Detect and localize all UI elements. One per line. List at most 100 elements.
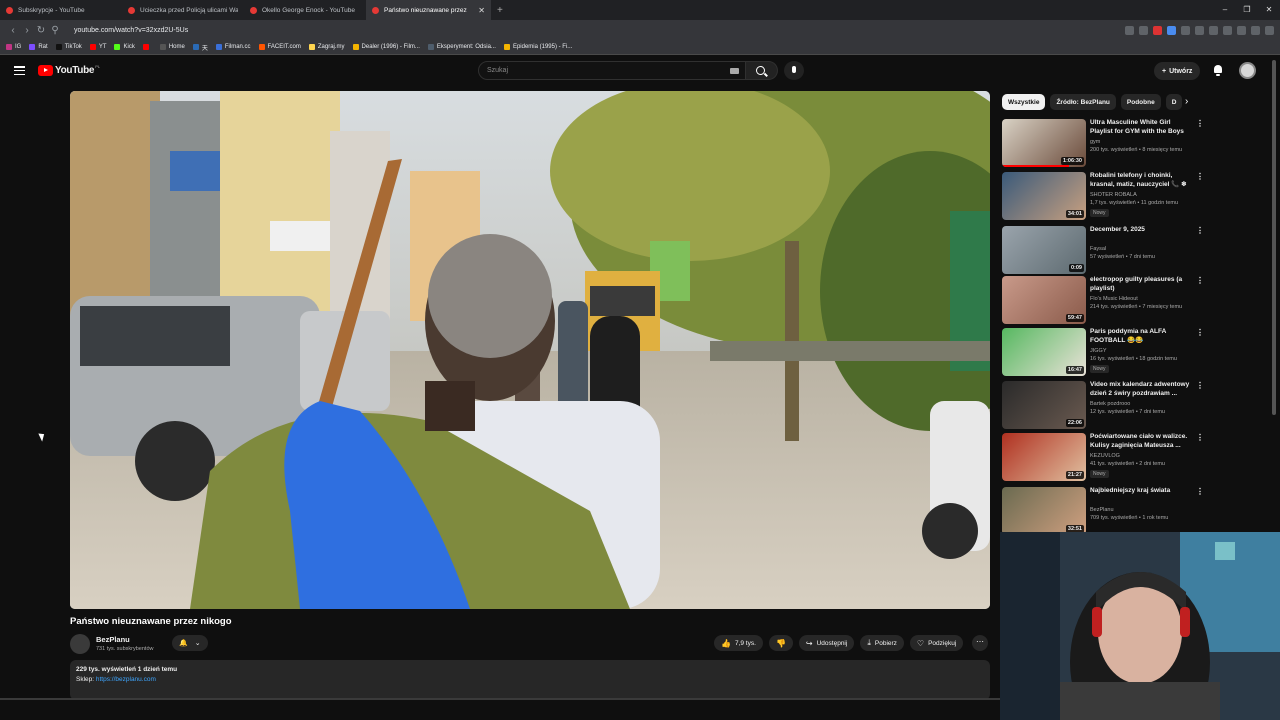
thanks-button[interactable]: ♡ Podziękuj bbox=[909, 635, 964, 651]
more-options-icon[interactable]: ⋮ bbox=[1196, 226, 1204, 235]
recommendation-item[interactable]: 22:06 Video mix kalendarz adwentowy dzień… bbox=[1002, 381, 1204, 429]
subscription-bell-button[interactable]: 🔔 ⌄ bbox=[172, 635, 208, 651]
channel-name[interactable]: BezPlanu bbox=[96, 635, 130, 644]
url-field[interactable]: youtube.com/watch?v=32xzd2U-5Us bbox=[74, 27, 188, 34]
recommendation-item[interactable]: 1:06:30 Ultra Masculine White Girl Playli… bbox=[1002, 119, 1204, 167]
chevron-right-icon[interactable]: › bbox=[1185, 96, 1188, 107]
recommendation-title[interactable]: Najbiedniejszy kraj świata bbox=[1090, 487, 1192, 496]
recommendation-title[interactable]: electropop guilty pleasures (a playlist) bbox=[1090, 276, 1192, 293]
like-button[interactable]: 👍 7,9 tys. bbox=[714, 635, 763, 651]
close-window-button[interactable]: ✕ bbox=[1258, 0, 1280, 20]
recommendation-item[interactable]: 21:27 Poćwiartowane ciało w walizce. Kuli… bbox=[1002, 433, 1204, 481]
recommendation-channel[interactable]: SHOTER ROBALA bbox=[1090, 192, 1137, 198]
recommendation-title[interactable]: Video mix kalendarz adwentowy dzień 2 św… bbox=[1090, 381, 1192, 398]
vertical-scrollbar[interactable] bbox=[1272, 60, 1276, 415]
bookmark-item[interactable]: Rat bbox=[29, 44, 48, 50]
extension-icon[interactable] bbox=[1181, 25, 1190, 35]
bookmark-item[interactable]: Eksperyment: Odsia... bbox=[427, 44, 496, 50]
recommendation-title[interactable]: Poćwiartowane ciało w walizce. Kulisy za… bbox=[1090, 433, 1192, 450]
more-options-icon[interactable]: ⋮ bbox=[1196, 276, 1204, 285]
recommendation-item[interactable]: 16:47 Paris poddymia na ALFA FOOTBALL 😂😂 J… bbox=[1002, 328, 1204, 376]
recommendation-channel[interactable]: Flo's Music Hideout bbox=[1090, 296, 1138, 302]
search-input[interactable]: Szukaj bbox=[478, 61, 746, 80]
menu-kebab-icon[interactable] bbox=[1265, 25, 1274, 35]
minimize-button[interactable]: – bbox=[1214, 0, 1236, 20]
back-icon[interactable]: ‹ bbox=[6, 25, 20, 36]
share-button[interactable]: ↪ Udostępnij bbox=[798, 635, 855, 651]
bookmark-item[interactable]: Zagraj.my bbox=[308, 44, 345, 50]
recommendation-title[interactable]: Paris poddymia na ALFA FOOTBALL 😂😂 bbox=[1090, 328, 1192, 345]
site-info-icon[interactable]: ⚲ bbox=[48, 25, 62, 36]
bookmark-item[interactable]: Dealer (1996) - Film... bbox=[352, 44, 420, 50]
more-options-icon[interactable]: ⋮ bbox=[1196, 381, 1204, 390]
description-box[interactable]: 229 tys. wyświetleń 1 dzień temu Sklep: … bbox=[70, 660, 990, 700]
download-button[interactable]: ⤓ Pobierz bbox=[860, 635, 904, 651]
recommendation-channel[interactable]: KEZUVLOG bbox=[1090, 453, 1120, 459]
bookmark-item[interactable]: Kick bbox=[114, 44, 135, 50]
chip-from-channel[interactable]: Źródło: BezPlanu bbox=[1050, 94, 1116, 110]
browser-tab[interactable]: Okello George Enock - YouTube bbox=[244, 0, 366, 20]
notifications-bell-icon[interactable] bbox=[1212, 64, 1224, 76]
browser-tab[interactable]: Ucieczka przed Policją ulicami Warsz bbox=[122, 0, 244, 20]
sync-icon[interactable] bbox=[1223, 25, 1232, 35]
bookmark-item[interactable]: Epidemia (1995) - Fi... bbox=[503, 44, 572, 50]
channel-avatar[interactable] bbox=[70, 634, 90, 654]
bookmark-item[interactable]: FACEIT.com bbox=[258, 44, 301, 50]
video-thumbnail[interactable]: 1:06:30 bbox=[1002, 119, 1086, 167]
youtube-logo[interactable]: YouTube PL bbox=[38, 64, 100, 76]
recommendation-item[interactable]: 59:47 electropop guilty pleasures (a play… bbox=[1002, 276, 1204, 324]
more-actions-button[interactable]: ⋯ bbox=[972, 635, 988, 651]
bookmark-item[interactable]: Filman.cc bbox=[215, 44, 251, 50]
recommendation-item[interactable]: 0:09 December 9, 2025 Faysal 57 wyświetleń … bbox=[1002, 226, 1204, 274]
recommendation-title[interactable]: Robalini telefony i choinki, krasnal, ma… bbox=[1090, 172, 1192, 189]
browser-tab[interactable]: Subskrypcje - YouTube bbox=[0, 0, 122, 20]
menu-icon[interactable] bbox=[14, 66, 25, 75]
more-options-icon[interactable]: ⋮ bbox=[1196, 172, 1204, 181]
tab-close-icon[interactable]: ✕ bbox=[478, 6, 485, 15]
bookmark-star-icon[interactable] bbox=[1139, 25, 1148, 35]
voice-search-button[interactable] bbox=[784, 61, 804, 80]
video-thumbnail[interactable]: 0:09 bbox=[1002, 226, 1086, 274]
recommendation-channel[interactable]: JIGGY bbox=[1090, 348, 1107, 354]
keyboard-icon[interactable] bbox=[730, 68, 739, 74]
browser-tab-active[interactable]: Państwo nieuznawane przez ✕ bbox=[366, 0, 491, 20]
more-options-icon[interactable]: ⋮ bbox=[1196, 487, 1204, 496]
video-thumbnail[interactable]: 59:47 bbox=[1002, 276, 1086, 324]
recommendation-channel[interactable]: Faysal bbox=[1090, 246, 1106, 252]
cast-icon[interactable] bbox=[1125, 25, 1134, 35]
bookmark-item[interactable]: IG bbox=[6, 44, 21, 50]
bookmark-item[interactable]: YT bbox=[89, 44, 106, 50]
extension-shield-icon[interactable] bbox=[1153, 25, 1162, 35]
chip-more[interactable]: D bbox=[1165, 94, 1182, 110]
account-avatar[interactable] bbox=[1239, 62, 1256, 79]
shop-link[interactable]: https://bezplanu.com bbox=[96, 676, 156, 683]
recommendation-channel[interactable]: Bartek pozdrooo bbox=[1090, 401, 1130, 407]
link-icon[interactable] bbox=[1237, 25, 1246, 35]
recommendation-channel[interactable]: gym bbox=[1090, 139, 1100, 145]
more-options-icon[interactable]: ⋮ bbox=[1196, 433, 1204, 442]
recommendation-channel[interactable]: BezPlanu bbox=[1090, 507, 1114, 513]
create-button[interactable]: + Utwórz bbox=[1154, 62, 1201, 80]
video-thumbnail[interactable]: 21:27 bbox=[1002, 433, 1086, 481]
bookmark-item[interactable] bbox=[142, 44, 152, 50]
reload-icon[interactable]: ↻ bbox=[34, 25, 48, 36]
recommendation-item[interactable]: 34:01 Robalini telefony i choinki, krasna… bbox=[1002, 172, 1204, 220]
video-player[interactable] bbox=[70, 91, 990, 609]
new-tab-button[interactable]: + bbox=[497, 5, 503, 16]
bookmark-item[interactable]: Home bbox=[159, 44, 185, 50]
extension-icon[interactable] bbox=[1167, 25, 1176, 35]
puzzle-icon[interactable] bbox=[1195, 25, 1204, 35]
video-thumbnail[interactable]: 34:01 bbox=[1002, 172, 1086, 220]
more-options-icon[interactable]: ⋮ bbox=[1196, 328, 1204, 337]
video-thumbnail[interactable]: 32:51 bbox=[1002, 487, 1086, 535]
maximize-button[interactable]: ❐ bbox=[1236, 0, 1258, 20]
dislike-button[interactable]: 👎 bbox=[768, 635, 793, 651]
download-icon[interactable] bbox=[1209, 25, 1218, 35]
media-control-icon[interactable] bbox=[1251, 25, 1260, 35]
chip-all[interactable]: Wszystkie bbox=[1002, 94, 1046, 110]
bookmark-item[interactable]: TikTok bbox=[55, 44, 82, 50]
video-thumbnail[interactable]: 22:06 bbox=[1002, 381, 1086, 429]
bookmark-item[interactable]: 天 bbox=[192, 43, 208, 52]
search-button[interactable] bbox=[746, 61, 778, 80]
video-thumbnail[interactable]: 16:47 bbox=[1002, 328, 1086, 376]
